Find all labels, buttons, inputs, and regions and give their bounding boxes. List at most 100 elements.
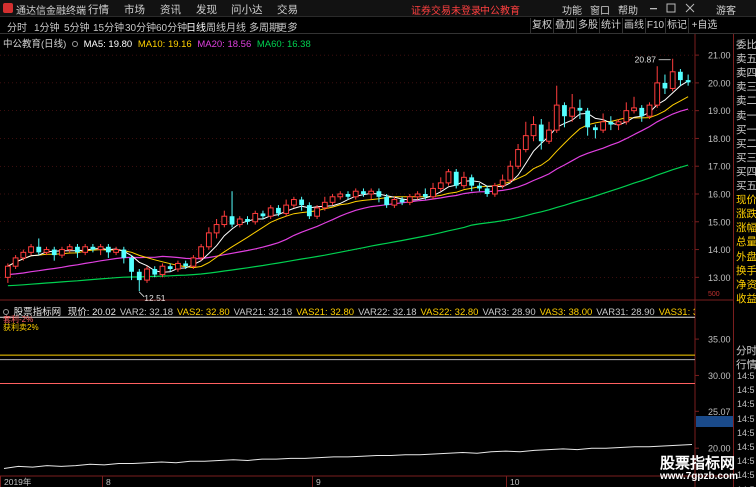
add-watchlist-button[interactable]: +自选 — [688, 18, 720, 33]
indicator-value-0: 现价: 20.02 — [67, 307, 116, 318]
side-sub-label-0[interactable]: 分时 — [736, 343, 756, 358]
period-1min[interactable]: 1分钟 — [34, 19, 60, 34]
candle-body — [51, 249, 57, 256]
trade-time-4: 14:5 — [737, 427, 755, 438]
candle-body — [546, 129, 552, 142]
candle-body — [669, 71, 676, 89]
chart-title: 中公教育(日线) — [3, 39, 67, 50]
quote-label-13: 涨幅 — [736, 222, 756, 235]
candle-body — [577, 107, 583, 111]
f10-button[interactable]: F10 — [645, 18, 665, 33]
candle-body — [66, 246, 73, 251]
candle-body — [314, 207, 320, 217]
overlay-button[interactable]: 叠加 — [553, 18, 576, 33]
candle[interactable] — [646, 102, 653, 119]
draw-line-button[interactable]: 画线 — [622, 18, 645, 33]
ma5-value: MA5: 19.80 — [83, 39, 133, 50]
indicator-value-10: VAS31: 38.00 — [658, 307, 695, 318]
candle-body — [198, 246, 205, 259]
menu-functions[interactable]: 功能 — [562, 2, 582, 17]
menu-market[interactable]: 市场 — [124, 2, 145, 17]
candle-body — [20, 251, 27, 259]
window-controls[interactable] — [648, 3, 700, 14]
low-price-label: 12.51 — [144, 293, 166, 303]
quote-label-0: 委比 — [736, 39, 756, 51]
candle-body — [414, 193, 421, 198]
statistics-button[interactable]: 统计 — [599, 18, 622, 33]
period-multi[interactable]: 多周期 — [249, 19, 279, 34]
candle[interactable] — [445, 169, 452, 186]
date-tick-label: 2019年 — [4, 477, 32, 487]
ma10-value: MA10: 19.16 — [137, 39, 192, 50]
candle-body — [430, 187, 436, 198]
window-controls-icon — [650, 3, 695, 13]
app-name: 通达信金融终端 — [16, 6, 86, 17]
candle-body — [236, 218, 243, 226]
watermark-title: 股票指标网 — [660, 455, 736, 472]
date-tick-label: 9 — [316, 477, 321, 487]
ma20-value: MA20: 18.56 — [197, 39, 252, 50]
period-intraday[interactable]: 分时 — [7, 19, 27, 34]
settings-dot-icon[interactable] — [71, 41, 78, 47]
menu-help[interactable]: 帮助 — [618, 2, 638, 17]
indicator-value-4: VAS21: 32.80 — [296, 307, 355, 318]
mark-button[interactable]: 标记 — [665, 18, 688, 33]
period-monthly[interactable]: 月线 — [226, 19, 246, 34]
price-tick-label: 21.00 — [708, 51, 731, 61]
price-tick-label: 13.00 — [708, 273, 731, 283]
quote-label-9: 买四 — [736, 165, 756, 178]
candle-body — [361, 191, 366, 194]
candle-body — [445, 171, 452, 184]
current-indicator-value-box — [696, 416, 733, 427]
period-toolbar: 分时 1分钟 5分钟 15分钟 30分钟 60分钟 日线 周线 月线 多周期 更… — [0, 17, 756, 34]
menu-ask[interactable]: 问小达 — [231, 2, 263, 17]
quote-label-6: 买一 — [736, 123, 756, 136]
trade-time-5: 14:5 — [737, 442, 755, 452]
candle-body — [213, 224, 220, 234]
indicator-value-8: VAS3: 38.00 — [539, 307, 593, 318]
stock-title: 中公教育 — [480, 6, 520, 17]
candle-body — [352, 190, 359, 198]
candle[interactable] — [453, 169, 459, 189]
candle[interactable] — [144, 266, 150, 283]
menu-window[interactable]: 窗口 — [590, 2, 610, 17]
price-tick-label: 18.00 — [708, 134, 731, 144]
candle-body — [530, 124, 537, 137]
candle-body — [4, 265, 11, 278]
candle-body — [159, 265, 166, 276]
candle-body — [175, 262, 181, 270]
quote-label-17: 净资 — [736, 278, 756, 291]
period-15min[interactable]: 15分钟 — [93, 19, 124, 34]
candle-body — [144, 268, 150, 281]
menu-news[interactable]: 资讯 — [160, 2, 181, 17]
more-arrow-icon[interactable]: › — [294, 19, 297, 30]
indicator-value-7: VAR3: 28.90 — [482, 307, 536, 318]
candle-body — [345, 194, 351, 197]
candle-body — [461, 176, 467, 187]
candle-body — [553, 104, 560, 131]
multi-stock-button[interactable]: 多股 — [576, 18, 599, 33]
candle-body — [685, 80, 691, 83]
restore-rights-button[interactable]: 复权 — [530, 18, 553, 33]
login-notice[interactable]: 证券交易未登录 — [411, 2, 481, 17]
price-tick-label: 19.00 — [708, 106, 731, 116]
candle[interactable] — [198, 244, 205, 261]
candle-body — [646, 104, 653, 117]
candle-body — [384, 196, 390, 206]
guest-label[interactable]: 游客 — [716, 2, 736, 17]
period-weekly[interactable]: 周线 — [206, 19, 226, 34]
menu-discover[interactable]: 发现 — [196, 2, 217, 17]
period-5min[interactable]: 5分钟 — [64, 19, 90, 34]
menu-trade[interactable]: 交易 — [277, 2, 298, 17]
indicator-value-6: VAS22: 32.80 — [420, 307, 479, 318]
candle-body — [152, 269, 158, 275]
period-30min[interactable]: 30分钟 — [125, 19, 156, 34]
price-tick-label: 14.00 — [708, 245, 731, 255]
side-sub-label-1[interactable]: 行情 — [736, 357, 756, 372]
period-60min[interactable]: 60分钟 — [156, 19, 187, 34]
candle-body — [129, 257, 134, 272]
indicator-values: 现价: 20.02 VAR2: 32.18 VAS2: 32.80 VAR21: 32… — [64, 307, 695, 318]
kline-chart[interactable]: 20.87 12.51 21.00 20.00 19.00 18.00 17.00 16.… — [0, 34, 733, 487]
menu-quotes[interactable]: 行情 — [88, 2, 109, 17]
period-daily[interactable]: 日线 — [186, 19, 206, 34]
